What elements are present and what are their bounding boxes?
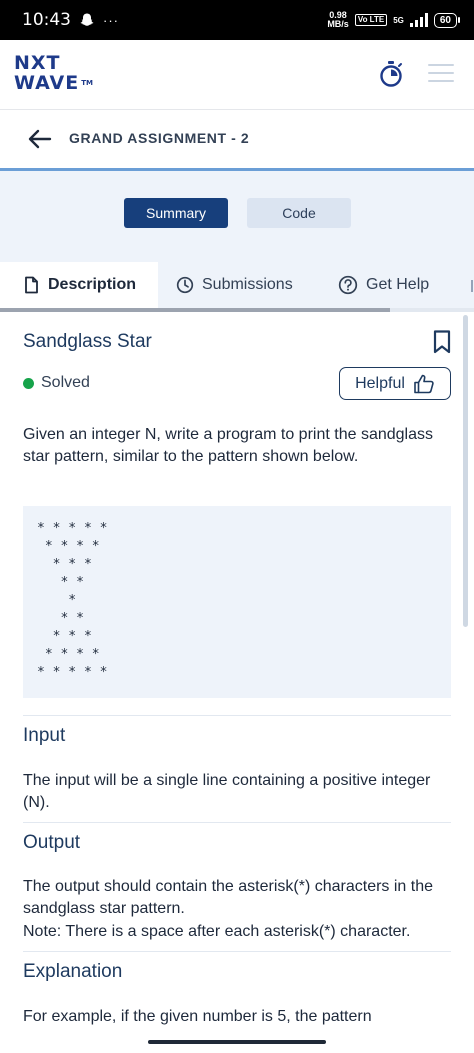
helpful-button[interactable]: Helpful (339, 367, 451, 400)
content-scrollbar[interactable] (463, 315, 468, 627)
tab-scroll-thumb[interactable] (0, 308, 390, 312)
sample-pattern-box: * * * * * * * * * * * * * * * * * * * * … (23, 506, 451, 698)
solved-dot-icon (23, 377, 34, 389)
section-divider (23, 715, 451, 716)
pattern-line: * * * (37, 629, 92, 644)
back-arrow-icon[interactable] (28, 128, 52, 150)
status-label: Solved (41, 374, 90, 391)
explanation-heading: Explanation (23, 961, 123, 982)
problem-statement: Given an integer N, write a program to p… (23, 426, 433, 465)
status-bar: 10:43 ··· 0.98 MB/s Vo LTE 5G 60 (0, 0, 474, 40)
document-icon (25, 276, 38, 294)
network-type: 5G (393, 15, 404, 25)
tab-submissions-label: Submissions (202, 276, 293, 293)
output-description: The output should contain the asterisk(*… (23, 878, 433, 917)
pattern-line: * * (37, 611, 84, 626)
nxtwave-logo[interactable]: NXT WAVE TM (14, 53, 94, 95)
summary-button[interactable]: Summary (124, 198, 228, 228)
home-indicator[interactable] (148, 1040, 326, 1044)
title-bar: GRAND ASSIGNMENT - 2 (0, 110, 474, 168)
problem-tabs: Description Submissions Get Help (0, 262, 474, 312)
pattern-line: * * * * * (37, 665, 108, 680)
app-header: NXT WAVE TM (0, 40, 474, 110)
helpful-label: Helpful (355, 374, 405, 392)
tab-get-help[interactable]: Get Help (338, 262, 458, 308)
status-badge: Solved (23, 374, 90, 392)
signal-icon (409, 13, 428, 27)
tab-submissions[interactable]: Submissions (176, 262, 316, 308)
section-divider (23, 822, 451, 823)
section-divider (23, 951, 451, 952)
question-icon (338, 275, 358, 295)
bookmark-icon[interactable] (433, 330, 451, 354)
network-speed: 0.98 MB/s (327, 10, 349, 29)
input-heading: Input (23, 725, 66, 746)
pattern-line: * * * * (37, 539, 100, 554)
notification-dots: ··· (103, 12, 119, 28)
view-toggle: Summary Code (0, 171, 474, 262)
input-description: The input will be a single line containi… (23, 772, 431, 811)
battery-icon: 60 (433, 12, 460, 28)
pattern-line: * * * * * (37, 521, 108, 536)
tab-overflow-indicator (471, 280, 473, 292)
pattern-line: * * * (37, 557, 92, 572)
problem-title: Sandglass Star (23, 331, 152, 352)
stopwatch-icon[interactable] (378, 60, 404, 88)
clock-icon (176, 276, 194, 294)
thumbs-up-icon (414, 374, 434, 393)
code-button[interactable]: Code (247, 198, 351, 228)
pattern-line: * (37, 593, 77, 608)
tab-get-help-label: Get Help (366, 276, 430, 293)
hamburger-menu-icon[interactable] (428, 64, 454, 84)
output-note: Note: There is a space after each asteri… (23, 923, 411, 940)
page-title: GRAND ASSIGNMENT - 2 (69, 130, 250, 146)
volte-badge: Vo LTE (354, 14, 388, 26)
tab-description-label: Description (48, 276, 137, 293)
tab-description[interactable]: Description (0, 262, 158, 308)
output-heading: Output (23, 832, 81, 853)
explanation-text: For example, if the given number is 5, t… (23, 1008, 372, 1025)
pattern-line: * * * * (37, 647, 100, 662)
status-time: 10:43 (22, 10, 71, 30)
snapchat-icon (80, 13, 94, 26)
pattern-line: * * (37, 575, 84, 590)
